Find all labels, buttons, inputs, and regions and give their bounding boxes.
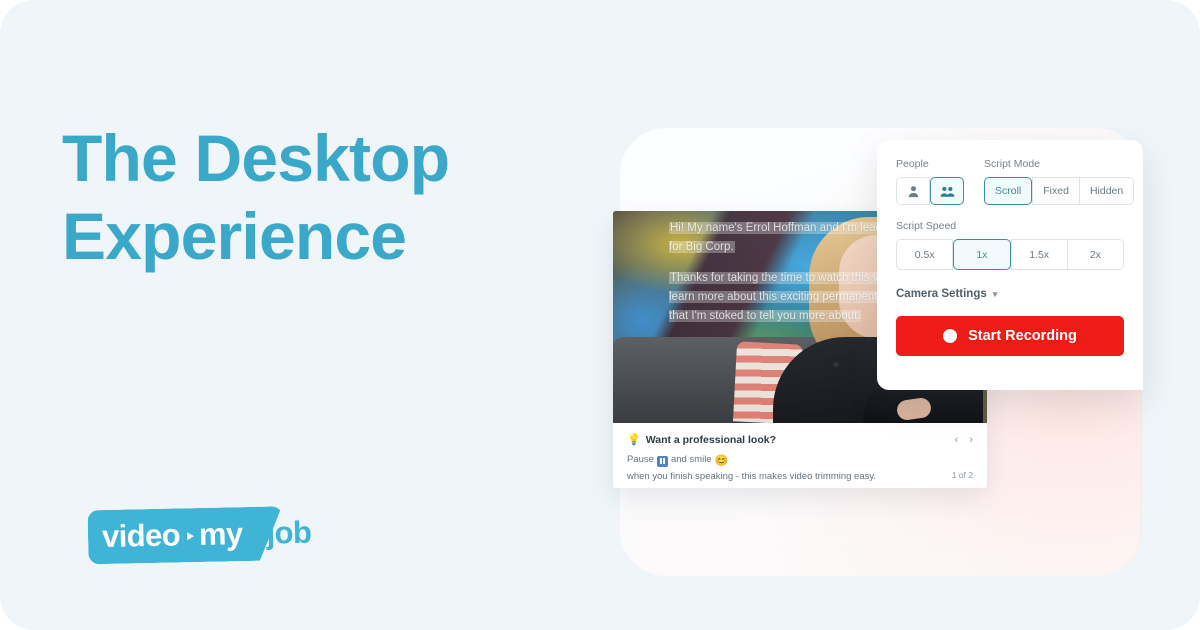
brand-logo: video my job xyxy=(87,506,312,565)
script-mode-field: Script Mode Scroll Fixed Hidden xyxy=(984,158,1135,205)
tip-counter: 1 of 2 xyxy=(951,470,973,480)
headline-line-2: Experience xyxy=(62,198,407,273)
record-dot-icon xyxy=(943,329,958,343)
script-mode-option-fixed[interactable]: Fixed xyxy=(1032,177,1080,205)
start-recording-label: Start Recording xyxy=(968,328,1077,344)
tip-body-before: Pause xyxy=(627,454,654,465)
play-icon xyxy=(181,528,198,545)
poster-canvas: The Desktop Experience video my job Hi! … xyxy=(0,0,1200,630)
tip-bar: 💡 Want a professional look? Pause and sm… xyxy=(613,423,987,488)
headline-line-1: The Desktop xyxy=(62,121,450,195)
people-option-single[interactable] xyxy=(896,177,930,205)
script-speed-option-1-5x[interactable]: 1.5x xyxy=(1010,239,1068,270)
script-speed-group: 0.5x 1x 1.5x 2x xyxy=(896,239,1124,270)
smiling-face-icon: 😊 xyxy=(714,454,729,467)
script-speed-field: Script Speed 0.5x 1x 1.5x 2x xyxy=(896,220,1124,270)
lightbulb-icon: 💡 xyxy=(627,433,641,446)
tip-body: Pause and smile 😊 when you finish speaki… xyxy=(627,453,973,485)
two-people-icon xyxy=(940,186,954,197)
tip-body-after: when you finish speaking - this makes vi… xyxy=(627,471,877,483)
people-toggle-group xyxy=(896,177,964,205)
people-option-multiple[interactable] xyxy=(930,177,964,205)
pause-icon xyxy=(656,455,668,467)
tip-nav: ‹ › xyxy=(955,434,973,446)
chevron-down-icon: ▾ xyxy=(992,288,998,299)
script-mode-option-hidden[interactable]: Hidden xyxy=(1079,177,1135,205)
camera-settings-toggle[interactable]: Camera Settings ▾ xyxy=(896,288,1124,300)
logo-text-my: my xyxy=(198,516,243,553)
script-mode-option-scroll[interactable]: Scroll xyxy=(984,177,1033,205)
script-speed-label: Script Speed xyxy=(896,220,957,232)
page-title: The Desktop Experience xyxy=(62,120,582,276)
chevron-left-icon[interactable]: ‹ xyxy=(955,434,959,446)
people-label: People xyxy=(896,158,929,170)
people-field: People xyxy=(896,158,964,205)
camera-settings-label: Camera Settings xyxy=(896,288,987,300)
script-mode-group: Scroll Fixed Hidden xyxy=(984,177,1135,205)
single-person-icon xyxy=(908,185,918,197)
tip-title: 💡 Want a professional look? xyxy=(627,434,973,446)
logo-text-video: video xyxy=(101,517,181,555)
script-mode-label: Script Mode xyxy=(984,158,1041,170)
start-recording-button[interactable]: Start Recording xyxy=(896,316,1124,356)
tip-body-middle: and smile xyxy=(670,454,712,465)
script-speed-option-2x[interactable]: 2x xyxy=(1067,239,1124,270)
panel-top-row: People Script Mode Scroll Fixed Hidden xyxy=(896,158,1135,205)
script-speed-option-1x[interactable]: 1x xyxy=(953,239,1011,270)
script-speed-option-0-5x[interactable]: 0.5x xyxy=(896,239,954,270)
tip-title-text: Want a professional look? xyxy=(645,434,776,446)
recorder-settings-panel: People Script Mode Scroll Fixed Hidden S… xyxy=(877,140,1143,390)
chevron-right-icon[interactable]: › xyxy=(969,434,973,446)
logo-badge: video my xyxy=(87,506,283,564)
